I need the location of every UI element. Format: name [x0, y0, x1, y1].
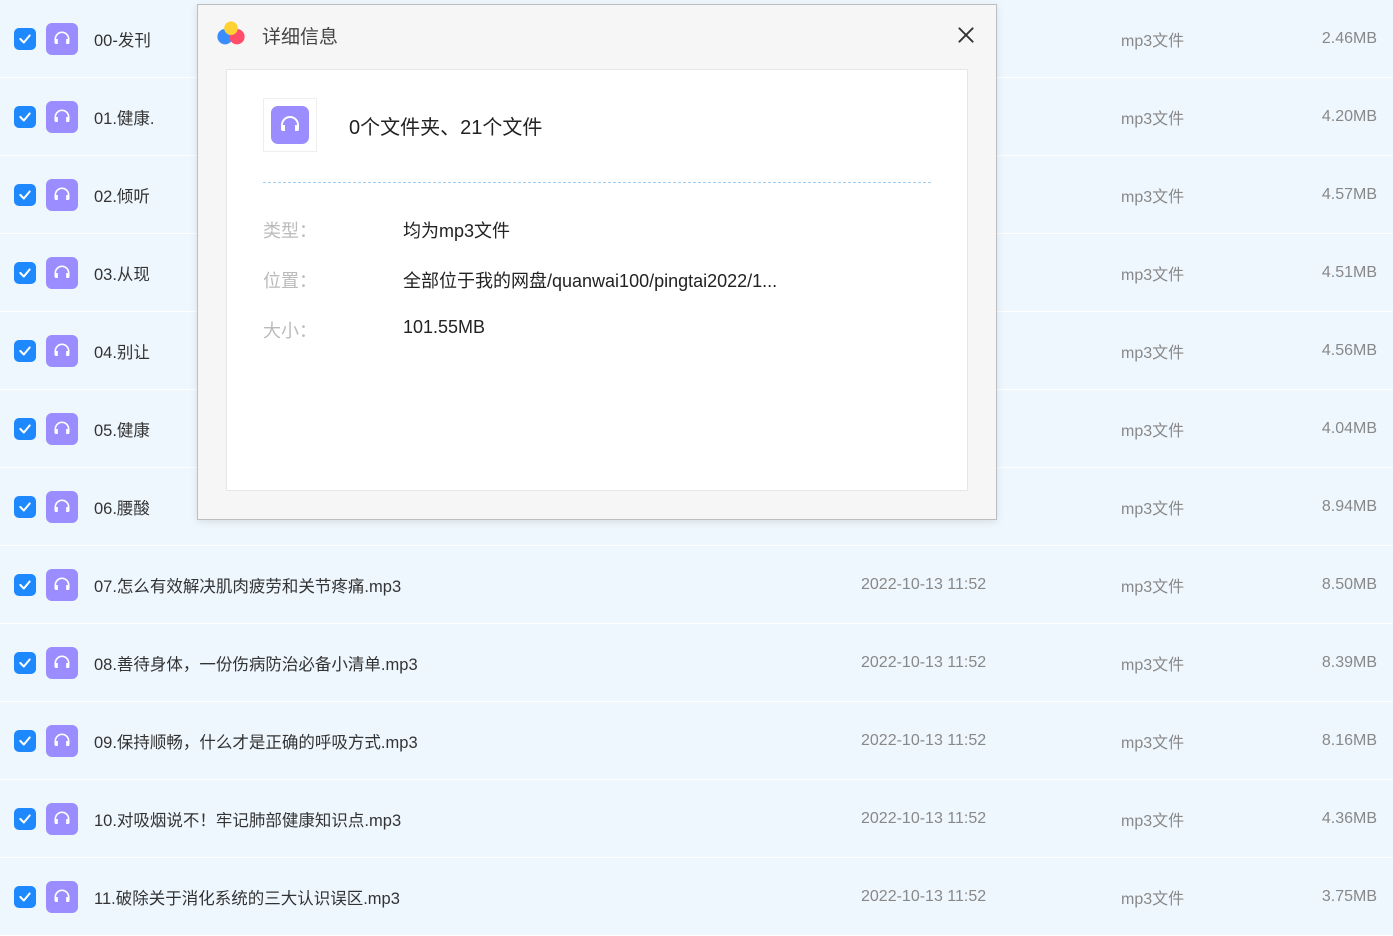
checkbox-checked[interactable]: [14, 418, 36, 440]
file-type: mp3文件: [1121, 651, 1271, 675]
check-icon: [18, 500, 32, 514]
audio-file-icon: [46, 179, 78, 211]
file-date: 2022-10-13 11:52: [861, 732, 1121, 750]
checkbox-checked[interactable]: [14, 574, 36, 596]
file-type: mp3文件: [1121, 417, 1271, 441]
checkbox-checked[interactable]: [14, 496, 36, 518]
file-name: 07.怎么有效解决肌肉疲劳和关节疼痛.mp3: [94, 573, 861, 597]
audio-file-icon: [46, 413, 78, 445]
file-type: mp3文件: [1121, 807, 1271, 831]
checkbox-checked[interactable]: [14, 262, 36, 284]
checkbox-checked[interactable]: [14, 106, 36, 128]
checkbox-checked[interactable]: [14, 808, 36, 830]
checkbox-checked[interactable]: [14, 28, 36, 50]
detail-row-location: 位置： 全部位于我的网盘/quanwai100/pingtai2022/1...: [263, 255, 931, 305]
checkbox-checked[interactable]: [14, 340, 36, 362]
audio-file-icon: [46, 23, 78, 55]
file-size: 4.56MB: [1271, 342, 1385, 360]
check-icon: [18, 344, 32, 358]
file-type: mp3文件: [1121, 885, 1271, 909]
file-type: mp3文件: [1121, 105, 1271, 129]
file-date: 2022-10-13 11:52: [861, 888, 1121, 906]
close-button[interactable]: [952, 21, 980, 49]
check-icon: [18, 734, 32, 748]
file-date: 2022-10-13 11:52: [861, 810, 1121, 828]
file-name: 09.保持顺畅，什么才是正确的呼吸方式.mp3: [94, 729, 861, 753]
audio-file-icon: [46, 569, 78, 601]
file-row[interactable]: 08.善待身体，一份伤病防治必备小清单.mp3 2022-10-13 11:52…: [0, 624, 1393, 702]
file-type: mp3文件: [1121, 339, 1271, 363]
file-size: 8.16MB: [1271, 732, 1385, 750]
file-row[interactable]: 09.保持顺畅，什么才是正确的呼吸方式.mp3 2022-10-13 11:52…: [0, 702, 1393, 780]
check-icon: [18, 32, 32, 46]
details-dialog: 详细信息 0个文件夹、21个文件 类型： 均为mp3文件 位置： 全部位于我的网…: [197, 4, 997, 520]
file-type: mp3文件: [1121, 183, 1271, 207]
check-icon: [18, 422, 32, 436]
file-name: 10.对吸烟说不！牢记肺部健康知识点.mp3: [94, 807, 861, 831]
check-icon: [18, 110, 32, 124]
file-date: 2022-10-13 11:52: [861, 576, 1121, 594]
file-row[interactable]: 11.破除关于消化系统的三大认识误区.mp3 2022-10-13 11:52 …: [0, 858, 1393, 936]
audio-file-icon: [46, 101, 78, 133]
audio-file-icon: [46, 257, 78, 289]
label-location: 位置：: [263, 267, 403, 293]
value-size: 101.55MB: [403, 317, 485, 338]
label-size: 大小：: [263, 317, 403, 343]
file-size: 3.75MB: [1271, 888, 1385, 906]
file-type: mp3文件: [1121, 573, 1271, 597]
app-logo-icon: [214, 18, 248, 52]
summary-row: 0个文件夹、21个文件: [263, 98, 931, 183]
file-type: mp3文件: [1121, 27, 1271, 51]
file-type: mp3文件: [1121, 495, 1271, 519]
value-type: 均为mp3文件: [403, 217, 510, 243]
audio-file-icon: [46, 491, 78, 523]
file-size: 4.51MB: [1271, 264, 1385, 282]
audio-file-icon: [46, 335, 78, 367]
dialog-header: 详细信息: [198, 5, 996, 65]
close-icon: [956, 25, 976, 45]
detail-row-size: 大小： 101.55MB: [263, 305, 931, 355]
check-icon: [18, 578, 32, 592]
file-size: 8.94MB: [1271, 498, 1385, 516]
dialog-title: 详细信息: [262, 22, 952, 49]
file-name: 08.善待身体，一份伤病防治必备小清单.mp3: [94, 651, 861, 675]
file-row[interactable]: 07.怎么有效解决肌肉疲劳和关节疼痛.mp3 2022-10-13 11:52 …: [0, 546, 1393, 624]
detail-row-type: 类型： 均为mp3文件: [263, 205, 931, 255]
check-icon: [18, 188, 32, 202]
audio-file-icon: [46, 647, 78, 679]
file-size: 4.57MB: [1271, 186, 1385, 204]
audio-file-icon: [46, 881, 78, 913]
checkbox-checked[interactable]: [14, 730, 36, 752]
check-icon: [18, 890, 32, 904]
check-icon: [18, 656, 32, 670]
file-size: 8.39MB: [1271, 654, 1385, 672]
summary-text: 0个文件夹、21个文件: [349, 111, 542, 140]
file-row[interactable]: 10.对吸烟说不！牢记肺部健康知识点.mp3 2022-10-13 11:52 …: [0, 780, 1393, 858]
label-type: 类型：: [263, 217, 403, 243]
summary-file-icon-box: [263, 98, 317, 152]
file-date: 2022-10-13 11:52: [861, 654, 1121, 672]
file-size: 4.36MB: [1271, 810, 1385, 828]
file-size: 4.20MB: [1271, 108, 1385, 126]
file-size: 8.50MB: [1271, 576, 1385, 594]
audio-file-icon: [46, 725, 78, 757]
check-icon: [18, 812, 32, 826]
checkbox-checked[interactable]: [14, 886, 36, 908]
file-size: 4.04MB: [1271, 420, 1385, 438]
checkbox-checked[interactable]: [14, 652, 36, 674]
dialog-body: 0个文件夹、21个文件 类型： 均为mp3文件 位置： 全部位于我的网盘/qua…: [226, 69, 968, 491]
check-icon: [18, 266, 32, 280]
checkbox-checked[interactable]: [14, 184, 36, 206]
audio-file-icon: [46, 803, 78, 835]
file-type: mp3文件: [1121, 729, 1271, 753]
file-type: mp3文件: [1121, 261, 1271, 285]
value-location: 全部位于我的网盘/quanwai100/pingtai2022/1...: [403, 267, 777, 293]
file-name: 11.破除关于消化系统的三大认识误区.mp3: [94, 885, 861, 909]
file-size: 2.46MB: [1271, 30, 1385, 48]
audio-file-icon: [271, 106, 309, 144]
